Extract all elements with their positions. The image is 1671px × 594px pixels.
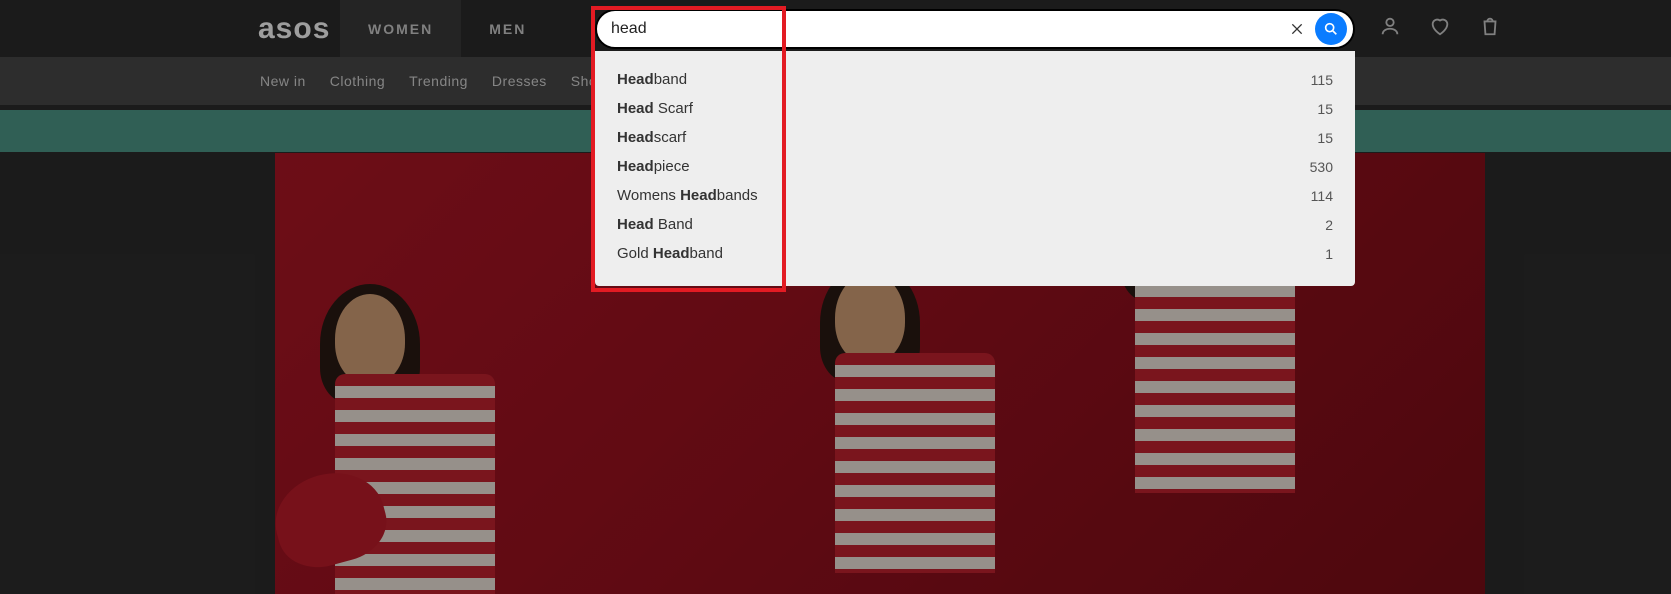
suggestion-text: Headband: [617, 71, 687, 88]
suggestion-text: Head Band: [617, 216, 693, 233]
search-input[interactable]: [611, 20, 1285, 38]
search-bar: [595, 9, 1355, 49]
suggestion-text: Headpiece: [617, 158, 690, 175]
suggestion-item[interactable]: Headband 115: [595, 65, 1355, 94]
search-suggestions: Headband 115 Head Scarf 15 Headscarf 15 Headpi…: [595, 51, 1355, 286]
suggestion-item[interactable]: Head Scarf 15: [595, 94, 1355, 123]
suggestion-item[interactable]: Headscarf 15: [595, 123, 1355, 152]
suggestion-count: 1: [1325, 246, 1333, 262]
suggestion-count: 15: [1317, 101, 1333, 117]
search-container: Headband 115 Head Scarf 15 Headscarf 15 Headpi…: [595, 9, 1355, 286]
suggestion-text: Headscarf: [617, 129, 686, 146]
suggestion-item[interactable]: Womens Headbands 114: [595, 181, 1355, 210]
suggestion-count: 2: [1325, 217, 1333, 233]
suggestion-text: Womens Headbands: [617, 187, 758, 204]
suggestion-item[interactable]: Headpiece 530: [595, 152, 1355, 181]
suggestion-text: Gold Headband: [617, 245, 723, 262]
suggestion-count: 114: [1311, 188, 1333, 204]
suggestion-count: 115: [1311, 72, 1333, 88]
suggestion-count: 530: [1310, 159, 1333, 175]
clear-icon[interactable]: [1285, 17, 1309, 41]
search-button[interactable]: [1315, 13, 1347, 45]
suggestion-item[interactable]: Head Band 2: [595, 210, 1355, 239]
suggestion-item[interactable]: Gold Headband 1: [595, 239, 1355, 268]
suggestion-text: Head Scarf: [617, 100, 693, 117]
suggestion-count: 15: [1317, 130, 1333, 146]
